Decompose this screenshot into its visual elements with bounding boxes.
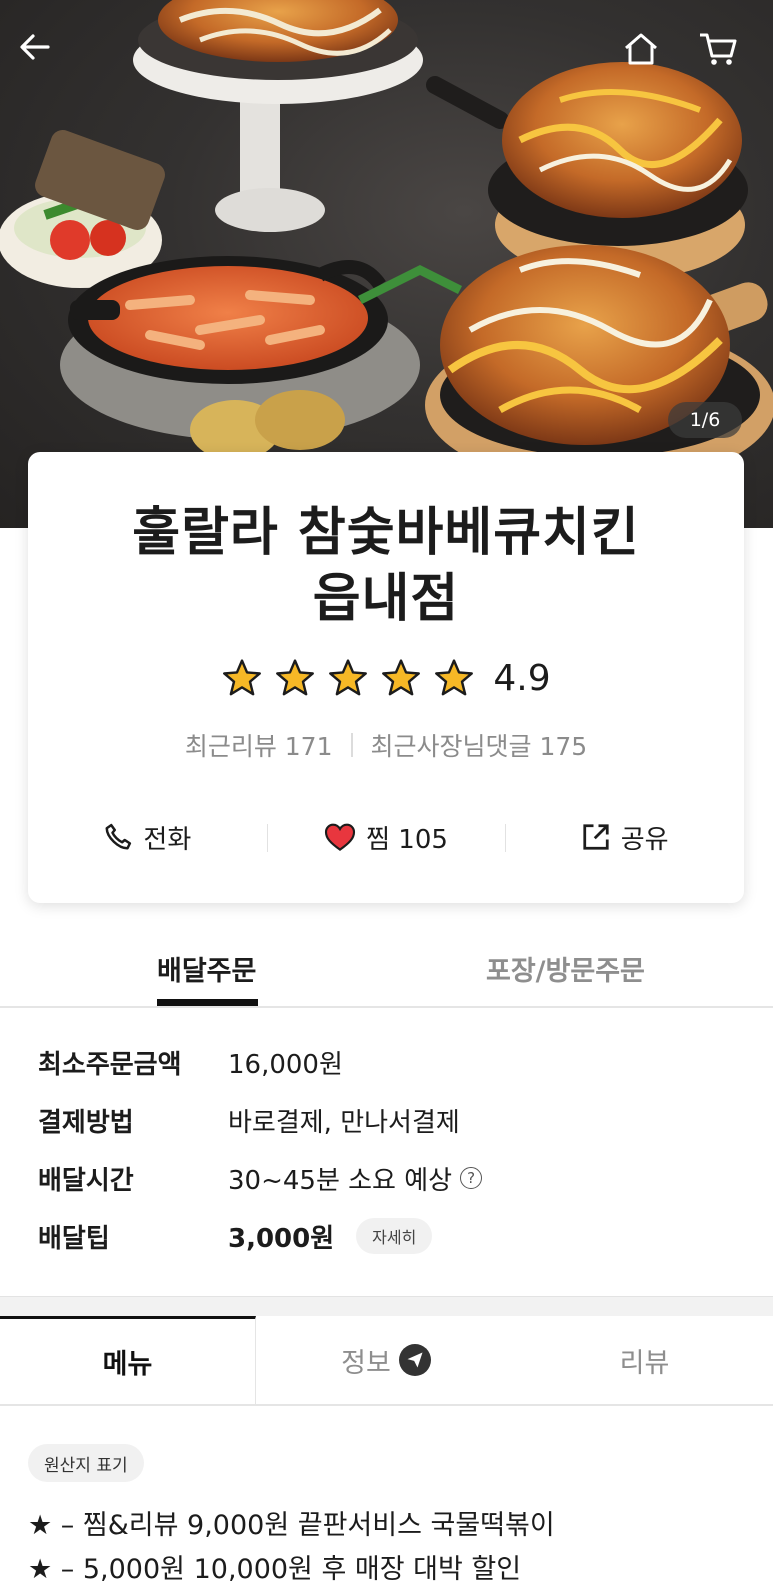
content-tabs: 메뉴 정보 리뷰 [0, 1316, 773, 1406]
image-counter: 1/6 [668, 402, 742, 438]
home-icon [625, 33, 657, 65]
store-name-line1: 훌랄라 참숯바베큐치킨 [132, 503, 640, 563]
tip-detail-button[interactable]: 자세히 [356, 1218, 433, 1254]
star-icon [382, 659, 421, 696]
delivery-tip-row: 배달팁 3,000원 자세히 [38, 1214, 433, 1258]
store-actions: 전화 찜 105 공유 [28, 812, 744, 862]
delivery-tip-value: 3,000원 자세히 [228, 1218, 433, 1255]
tab-menu-label: 메뉴 [102, 1349, 153, 1380]
delivery-tip-label: 배달팁 [38, 1223, 110, 1254]
tab-pickup[interactable]: 포장/방문주문 [486, 949, 645, 988]
order-type-tabs: 배달주문 포장/방문주문 [0, 935, 773, 1008]
star-icon [435, 659, 474, 696]
call-label: 전화 [143, 824, 192, 855]
min-order-row: 최소주문금액 16,000원 [38, 1040, 343, 1084]
star-icon [329, 659, 368, 696]
rating-row: 4.9 [28, 652, 744, 704]
send-icon [398, 1344, 431, 1376]
tab-info[interactable]: 정보 [256, 1316, 516, 1404]
rating-value: 4.9 [493, 657, 551, 699]
star-rating [221, 658, 475, 698]
tab-review-label: 리뷰 [619, 1347, 670, 1379]
divider [350, 733, 353, 757]
recent-reviews-link[interactable]: 최근리뷰 171 [185, 727, 333, 763]
cart-icon [700, 33, 737, 65]
heart-icon [325, 823, 356, 851]
delivery-time-row: 배달시간 30~45분 소요 예상 ? [38, 1156, 483, 1200]
payment-row: 결제방법 바로결제, 만나서결제 [38, 1098, 460, 1142]
min-order-label: 최소주문금액 [38, 1049, 182, 1080]
delivery-time-label: 배달시간 [38, 1165, 134, 1196]
payment-value: 바로결제, 만나서결제 [228, 1107, 460, 1138]
star-icon [276, 659, 315, 696]
help-icon[interactable]: ? [460, 1167, 483, 1189]
active-tab-indicator [157, 999, 258, 1006]
like-button[interactable]: 찜 105 [266, 812, 506, 862]
delivery-time-value: 30~45분 소요 예상 ? [228, 1160, 483, 1197]
tab-review[interactable]: 리뷰 [516, 1316, 773, 1404]
review-counts: 최근리뷰 171 최근사장님댓글 175 [28, 727, 744, 763]
owner-replies-link[interactable]: 최근사장님댓글 175 [371, 727, 588, 763]
call-button[interactable]: 전화 [28, 812, 267, 862]
min-order-value: 16,000원 [228, 1049, 343, 1080]
section-divider [0, 1296, 773, 1316]
like-label: 찜 105 [366, 824, 448, 855]
tab-delivery[interactable]: 배달주문 [157, 949, 256, 988]
notice-line-2: ★ – 5,000원 10,000원 후 매장 대박 할인 [28, 1554, 522, 1585]
share-icon [583, 824, 609, 850]
hero-image[interactable]: 1/6 [0, 0, 773, 528]
home-button[interactable] [622, 30, 678, 86]
tab-info-label: 정보 [341, 1347, 391, 1379]
delivery-time-text: 30~45분 소요 예상 [228, 1165, 453, 1196]
share-button[interactable]: 공유 [505, 812, 744, 862]
tab-menu[interactable]: 메뉴 [0, 1316, 256, 1404]
star-icon [223, 659, 262, 696]
payment-label: 결제방법 [38, 1107, 134, 1138]
origin-info-chip[interactable]: 원산지 표기 [28, 1444, 144, 1482]
store-name-line2: 읍내점 [312, 569, 460, 629]
share-label: 공유 [620, 824, 669, 855]
back-button[interactable] [18, 30, 74, 86]
store-card: 훌랄라 참숯바베큐치킨 읍내점 4.9 최근리뷰 171 최근사장님댓글 175… [28, 452, 744, 903]
delivery-tip-amount: 3,000원 [228, 1223, 335, 1254]
cart-button[interactable] [698, 30, 754, 86]
store-name: 훌랄라 참숯바베큐치킨 읍내점 [28, 500, 744, 632]
notice-line-1: ★ – 찜&리뷰 9,000원 끝판서비스 국물떡볶이 [28, 1510, 555, 1541]
arrow-left-icon [20, 34, 50, 60]
phone-icon [105, 823, 132, 850]
